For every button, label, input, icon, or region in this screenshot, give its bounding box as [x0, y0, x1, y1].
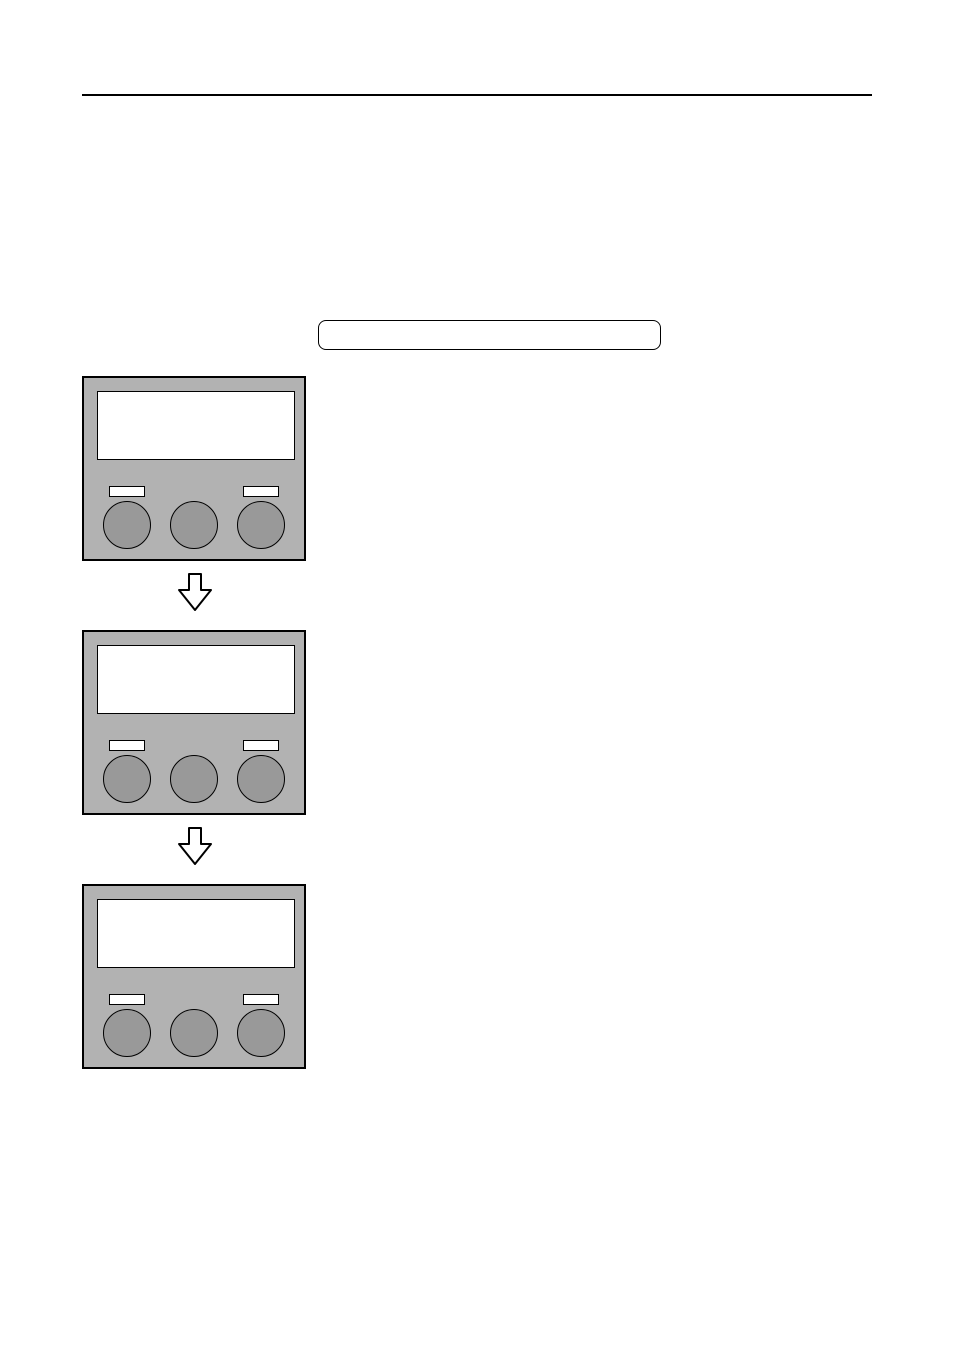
panel-2-btn-2-group: [170, 740, 218, 803]
panel-1-btn-2-group: [170, 486, 218, 549]
panel-2-btn-3-group: [237, 740, 285, 803]
device-panel-3: [82, 884, 306, 1069]
panel-1-btn-3[interactable]: [237, 501, 285, 549]
panel-1-btn-1[interactable]: [103, 501, 151, 549]
panel-3-btn-3[interactable]: [237, 1009, 285, 1057]
panel-3-screen: [97, 899, 295, 968]
panel-2-button-row: [84, 740, 304, 803]
panel-3-btn-1-tab: [109, 994, 145, 1005]
panel-3-button-row: [84, 994, 304, 1057]
panel-2-btn-1-tab: [109, 740, 145, 751]
panel-3-btn-2[interactable]: [170, 1009, 218, 1057]
header-rule: [82, 94, 872, 96]
panel-1-button-row: [84, 486, 304, 549]
arrow-down-icon: [175, 826, 215, 866]
panel-1-btn-1-group: [103, 486, 151, 549]
panel-1-btn-2[interactable]: [170, 501, 218, 549]
panel-2-btn-1-group: [103, 740, 151, 803]
arrow-down-1: [175, 572, 215, 612]
rounded-heading-box: [318, 320, 661, 350]
device-panel-1: [82, 376, 306, 561]
device-panel-2: [82, 630, 306, 815]
panel-2-btn-2[interactable]: [170, 755, 218, 803]
panel-1-btn-3-tab: [243, 486, 279, 497]
panel-3-btn-3-tab: [243, 994, 279, 1005]
panel-2-btn-1[interactable]: [103, 755, 151, 803]
panel-3-btn-3-group: [237, 994, 285, 1057]
panel-1-btn-3-group: [237, 486, 285, 549]
panel-2-screen: [97, 645, 295, 714]
panel-2-btn-3-tab: [243, 740, 279, 751]
panel-1-screen: [97, 391, 295, 460]
arrow-down-2: [175, 826, 215, 866]
panel-3-btn-2-group: [170, 994, 218, 1057]
panel-1-btn-1-tab: [109, 486, 145, 497]
arrow-down-icon: [175, 572, 215, 612]
panel-3-btn-1-group: [103, 994, 151, 1057]
panel-2-btn-3[interactable]: [237, 755, 285, 803]
panel-3-btn-1[interactable]: [103, 1009, 151, 1057]
